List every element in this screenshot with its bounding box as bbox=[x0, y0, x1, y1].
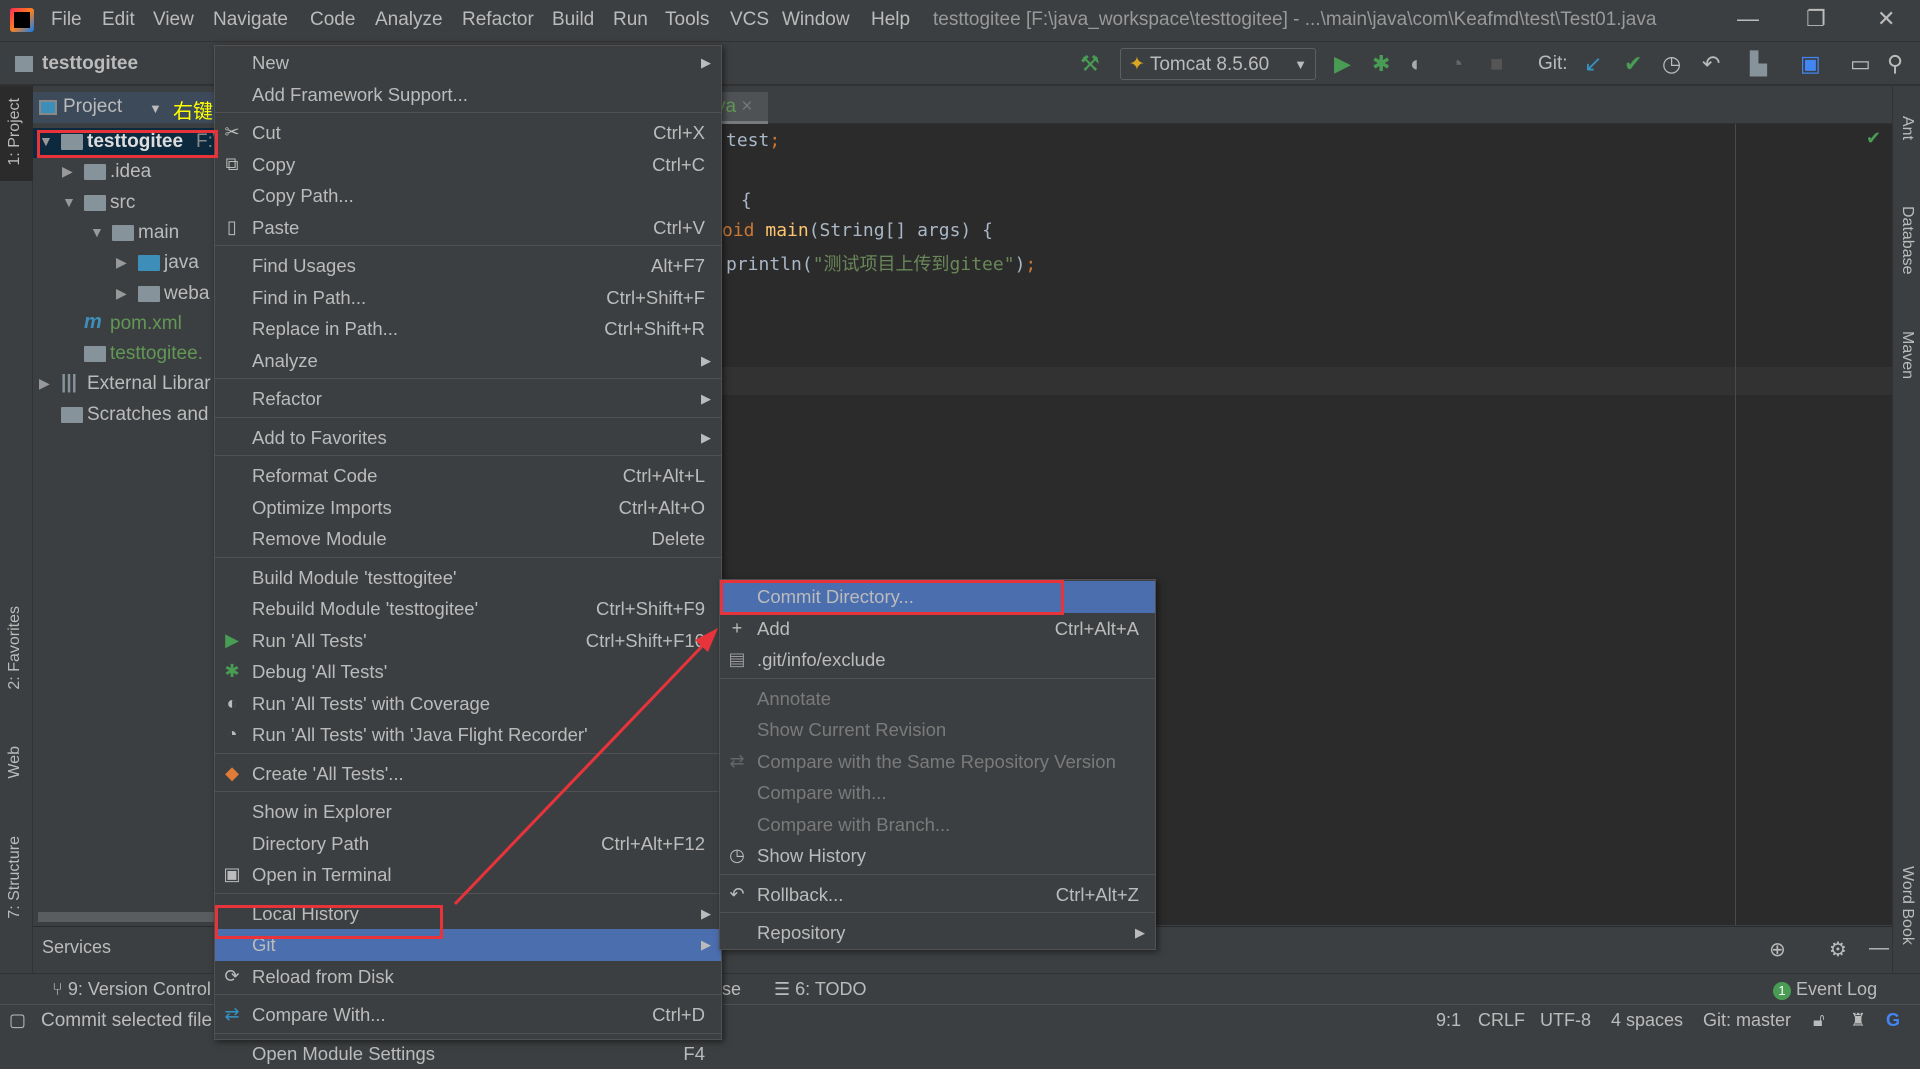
arrow-line bbox=[455, 638, 710, 904]
annotation-arrow bbox=[0, 0, 1920, 1035]
menu-item-open-module-settings[interactable]: Open Module Settings F4 bbox=[215, 1038, 721, 1069]
menu-item-shortcut: F4 bbox=[683, 1038, 705, 1069]
menu-item-label: Open Module Settings bbox=[252, 1038, 435, 1069]
